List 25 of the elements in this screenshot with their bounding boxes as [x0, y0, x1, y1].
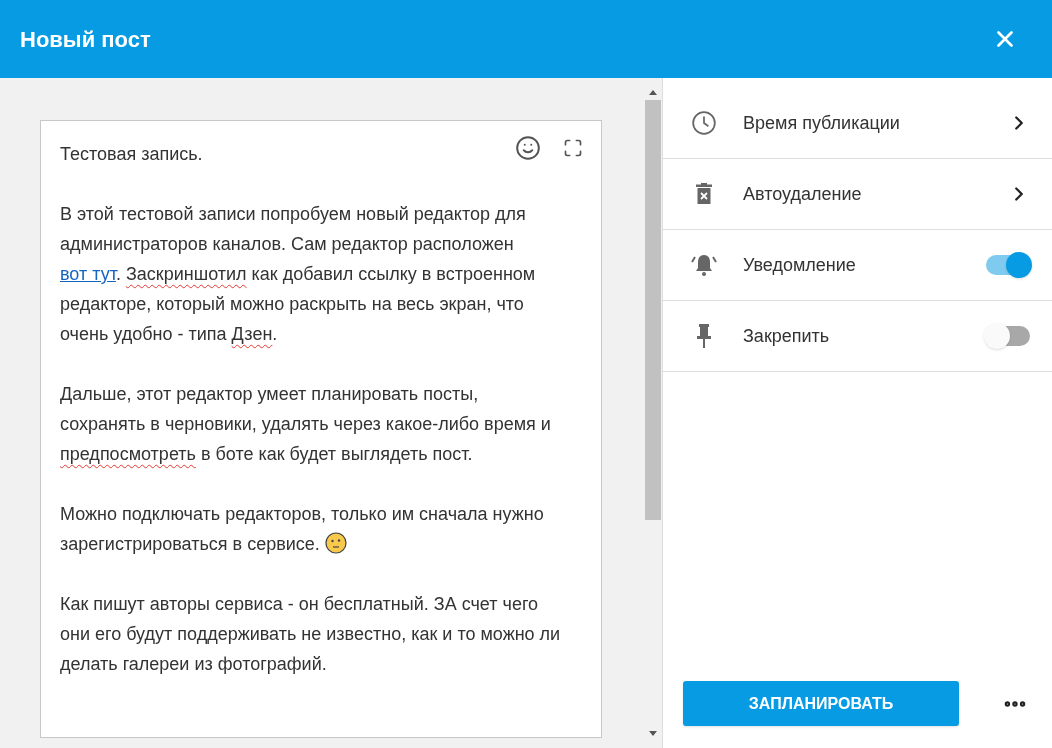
- pin-icon: [696, 323, 712, 349]
- toggle-switch[interactable]: [986, 255, 1030, 275]
- settings-row[interactable]: Закрепить: [663, 301, 1052, 372]
- paragraph: Дальше, этот редактор умеет планировать посты, сохранять в черновики, удалять через какое-либо время и предпосмотреть в боте как будет выглядеть пост.: [60, 383, 552, 466]
- text-link[interactable]: вот тут: [60, 264, 116, 284]
- paragraph: Можно подключать редакторов, только им сначала нужно зарегистрироваться в сервисе.: [60, 503, 545, 556]
- settings-row[interactable]: Время публикации: [663, 88, 1052, 159]
- setting-label: Автоудаление: [743, 182, 863, 206]
- fullscreen-icon[interactable]: [563, 138, 583, 158]
- toggle-switch[interactable]: [986, 326, 1030, 346]
- paragraph: Тестовая запись.: [60, 143, 203, 166]
- trash-icon: [695, 183, 713, 205]
- setting-label: Уведомление: [743, 253, 857, 277]
- setting-label: Закрепить: [743, 324, 831, 348]
- confused-face-icon: [324, 532, 347, 554]
- dialog-title: Новый пост: [20, 25, 151, 54]
- paragraph: Как пишут авторы сервиса - он бесплатный. ЗА счет чего они его будут поддерживать не известно, как и то можно ли делать галереи из фотографий.: [60, 593, 562, 676]
- bell-icon: [690, 252, 718, 278]
- setting-label: Время публикации: [743, 111, 901, 135]
- paragraph: В этой тестовой записи попробуем новый редактор для администраторов каналов. Сам редактор расположен вот тут. Заскриншотил как добавил ссылку в встроенном редакторе, который можно раскрыть на весь экран, что очень удобно - типа Дзен.: [60, 203, 537, 346]
- settings-row[interactable]: Уведомление: [663, 230, 1052, 301]
- emoji-icon[interactable]: [515, 135, 541, 161]
- clock-icon: [691, 110, 717, 136]
- text-editor[interactable]: [40, 120, 602, 738]
- settings-row[interactable]: Автоудаление: [663, 159, 1052, 230]
